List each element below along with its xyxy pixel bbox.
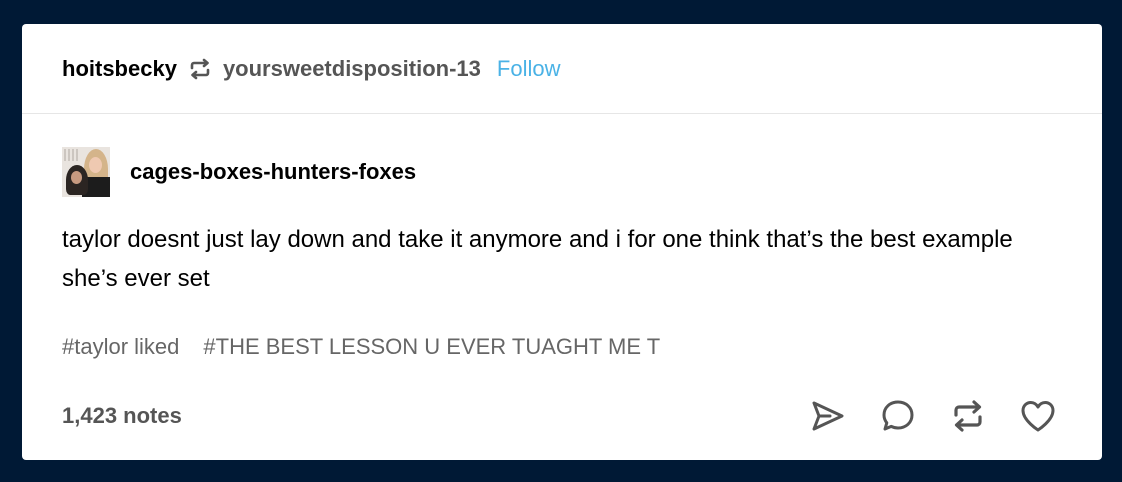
trail-header: cages-boxes-hunters-foxes <box>62 146 1062 198</box>
source-blog-name[interactable]: yoursweetdisposition-13 <box>223 56 481 82</box>
share-icon[interactable] <box>808 396 848 436</box>
reblogger-name[interactable]: hoitsbecky <box>62 56 177 82</box>
tag-item[interactable]: #THE BEST LESSON U EVER TUAGHT ME T <box>203 334 660 360</box>
trail-blog-name[interactable]: cages-boxes-hunters-foxes <box>130 159 416 185</box>
reblog-trail: cages-boxes-hunters-foxes <box>62 146 1062 198</box>
post-actions <box>808 396 1058 436</box>
post-text: taylor doesnt just lay down and take it … <box>62 226 1013 292</box>
post-card: hoitsbecky yoursweetdisposition-13 Follo… <box>22 24 1102 460</box>
reblog-icon <box>187 56 213 82</box>
post-footer: 1,423 notes <box>62 394 1058 438</box>
tag-list: #taylor liked #THE BEST LESSON U EVER TU… <box>62 334 660 360</box>
avatar[interactable] <box>62 147 110 197</box>
post-header: hoitsbecky yoursweetdisposition-13 Follo… <box>22 24 1102 114</box>
notes-count[interactable]: 1,423 notes <box>62 403 182 429</box>
like-icon[interactable] <box>1018 396 1058 436</box>
reply-icon[interactable] <box>878 396 918 436</box>
tag-item[interactable]: #taylor liked <box>62 334 179 360</box>
follow-button[interactable]: Follow <box>497 56 561 82</box>
reblog-icon[interactable] <box>948 396 988 436</box>
